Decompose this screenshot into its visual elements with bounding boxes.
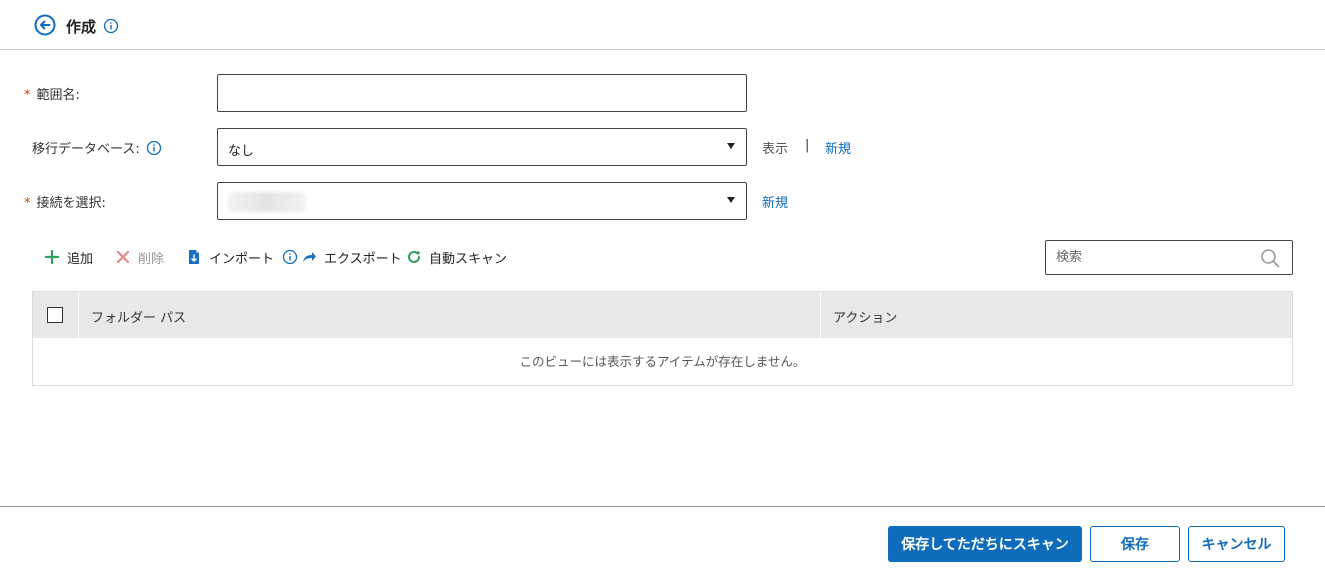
required-mark: * [24,196,31,211]
close-icon [116,250,130,264]
required-mark: * [24,88,31,103]
cancel-button[interactable]: キャンセル [1188,526,1285,562]
search-icon[interactable] [1260,248,1280,268]
column-divider [78,292,79,338]
grid-header: フォルダー パス アクション [33,292,1292,338]
info-icon[interactable] [103,18,119,34]
import-label: インポート [209,251,275,267]
refresh-icon [408,250,420,263]
scope-name-input[interactable] [217,74,747,112]
export-button[interactable]: エクスポート [301,246,402,268]
scope-name-row: * 範囲名: [0,74,1325,112]
scope-name-label-text: 範囲名: [36,88,80,103]
search-input[interactable] [1046,241,1256,274]
empty-message: このビューには表示するアイテムが存在しません。 [519,354,806,369]
migration-db-select[interactable]: なし [217,128,747,166]
info-icon[interactable] [146,140,162,156]
select-all-checkbox[interactable] [47,307,63,323]
delete-label: 削除 [138,251,165,267]
migration-db-value: なし [228,144,255,159]
back-arrow-icon[interactable] [34,14,56,36]
page-footer: 保存してただちにスキャン 保存 キャンセル [0,506,1325,579]
caret-down-icon [727,143,735,149]
new-connection-link[interactable]: 新規 [762,192,788,211]
plus-icon [44,249,60,265]
page-header: 作成 [0,0,1325,50]
search-box [1045,240,1293,275]
redacted-connection-value [228,192,306,212]
add-button[interactable]: 追加 [44,246,93,268]
auto-scan-button[interactable]: 自動スキャン [406,246,507,268]
migration-db-label-text: 移行データベース: [32,142,140,157]
folder-grid: フォルダー パス アクション このビューには表示するアイテムが存在しません。 [32,291,1293,386]
export-label: エクスポート [324,251,402,267]
share-arrow-icon [303,252,316,262]
caret-down-icon [727,197,735,203]
add-label: 追加 [67,251,94,267]
column-header-folder-path[interactable]: フォルダー パス [91,307,186,326]
page-title: 作成 [66,18,97,36]
connection-select[interactable] [217,182,747,220]
import-file-icon [189,250,199,264]
auto-scan-label: 自動スキャン [429,251,508,267]
link-separator: | [805,138,810,153]
connection-label: * 接続を選択: [24,192,106,211]
column-divider [820,292,821,338]
delete-button[interactable]: 削除 [115,246,164,268]
save-button[interactable]: 保存 [1090,526,1180,562]
migration-db-label: 移行データベース: [32,138,162,157]
migration-db-row: 移行データベース: なし 表示 | 新規 [0,128,1325,166]
new-db-link[interactable]: 新規 [825,138,851,157]
view-db-link[interactable]: 表示 [762,138,788,157]
import-button[interactable]: インポート [186,246,298,268]
column-header-action[interactable]: アクション [833,307,897,326]
connection-label-text: 接続を選択: [36,196,106,211]
info-icon[interactable] [282,249,298,265]
connection-row: * 接続を選択: 新規 [0,182,1325,220]
scope-name-label: * 範囲名: [24,84,80,103]
save-and-scan-button[interactable]: 保存してただちにスキャン [888,526,1082,562]
